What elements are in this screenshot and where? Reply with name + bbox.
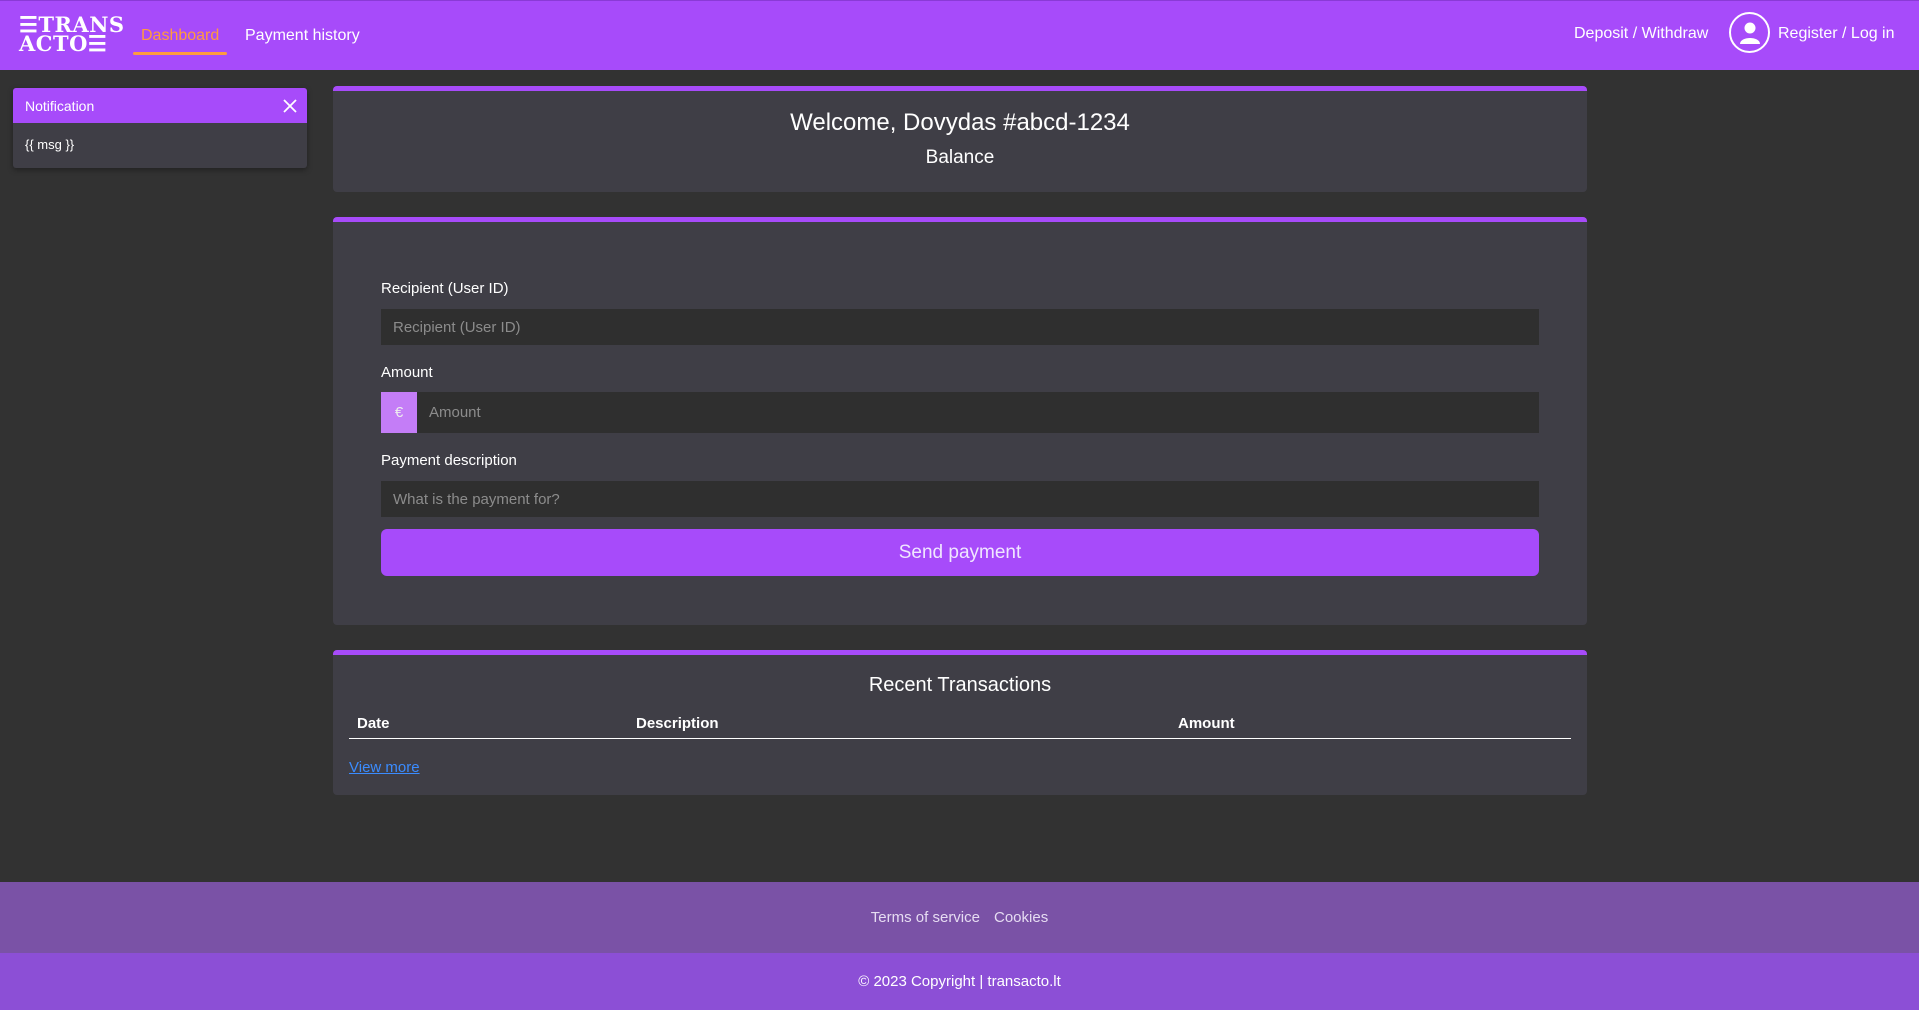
- amount-label: Amount: [381, 364, 433, 381]
- user-silhouette-icon: [1739, 22, 1760, 44]
- payment-form-card: Recipient (User ID) Amount € Payment des…: [333, 217, 1587, 625]
- recipient-input[interactable]: [381, 309, 1539, 345]
- euro-currency-icon: €: [381, 392, 417, 433]
- view-more-link[interactable]: View more: [349, 759, 420, 776]
- brand-logo[interactable]: ☰TRANS ACTO☰: [19, 14, 125, 54]
- active-nav-indicator: [133, 52, 227, 55]
- welcome-card: Welcome, Dovydas #abcd-1234 Balance: [333, 86, 1587, 192]
- notification-toast: Notification {{ msg }}: [13, 88, 307, 168]
- balance-label: Balance: [925, 147, 995, 168]
- column-header-description: Description: [636, 715, 719, 732]
- amount-input[interactable]: [417, 392, 1539, 433]
- welcome-greeting: Welcome, Dovydas #abcd-1234: [790, 109, 1130, 136]
- table-header-divider: [349, 738, 1571, 739]
- top-navbar: ☰TRANS ACTO☰ Dashboard Payment history D…: [0, 0, 1919, 70]
- notification-title: Notification: [25, 97, 95, 114]
- nav-link-dashboard[interactable]: Dashboard: [141, 27, 219, 45]
- copyright-text: © 2023 Copyright | transacto.lt: [858, 973, 1061, 990]
- column-header-amount: Amount: [1178, 715, 1235, 732]
- notification-message: {{ msg }}: [25, 137, 75, 152]
- register-login-link[interactable]: Register / Log in: [1778, 25, 1895, 43]
- terms-of-service-link[interactable]: Terms of service: [871, 909, 980, 926]
- footer-links-bar: Terms of service Cookies: [0, 882, 1919, 953]
- deposit-withdraw-link[interactable]: Deposit / Withdraw: [1574, 25, 1708, 43]
- send-payment-button[interactable]: Send payment: [381, 529, 1539, 576]
- column-header-date: Date: [357, 715, 390, 732]
- recent-transactions-card: Recent Transactions Date Description Amo…: [333, 650, 1587, 795]
- close-icon[interactable]: [281, 97, 299, 115]
- transactions-title: Recent Transactions: [868, 674, 1052, 696]
- payment-description-input[interactable]: [381, 481, 1539, 517]
- payment-description-label: Payment description: [381, 452, 517, 469]
- nav-link-payment-history[interactable]: Payment history: [245, 27, 360, 45]
- cookies-link[interactable]: Cookies: [994, 909, 1048, 926]
- user-icon[interactable]: [1729, 12, 1770, 53]
- footer-copyright-bar: © 2023 Copyright | transacto.lt: [0, 953, 1919, 1010]
- recipient-label: Recipient (User ID): [381, 280, 509, 297]
- notification-header: Notification: [13, 88, 307, 123]
